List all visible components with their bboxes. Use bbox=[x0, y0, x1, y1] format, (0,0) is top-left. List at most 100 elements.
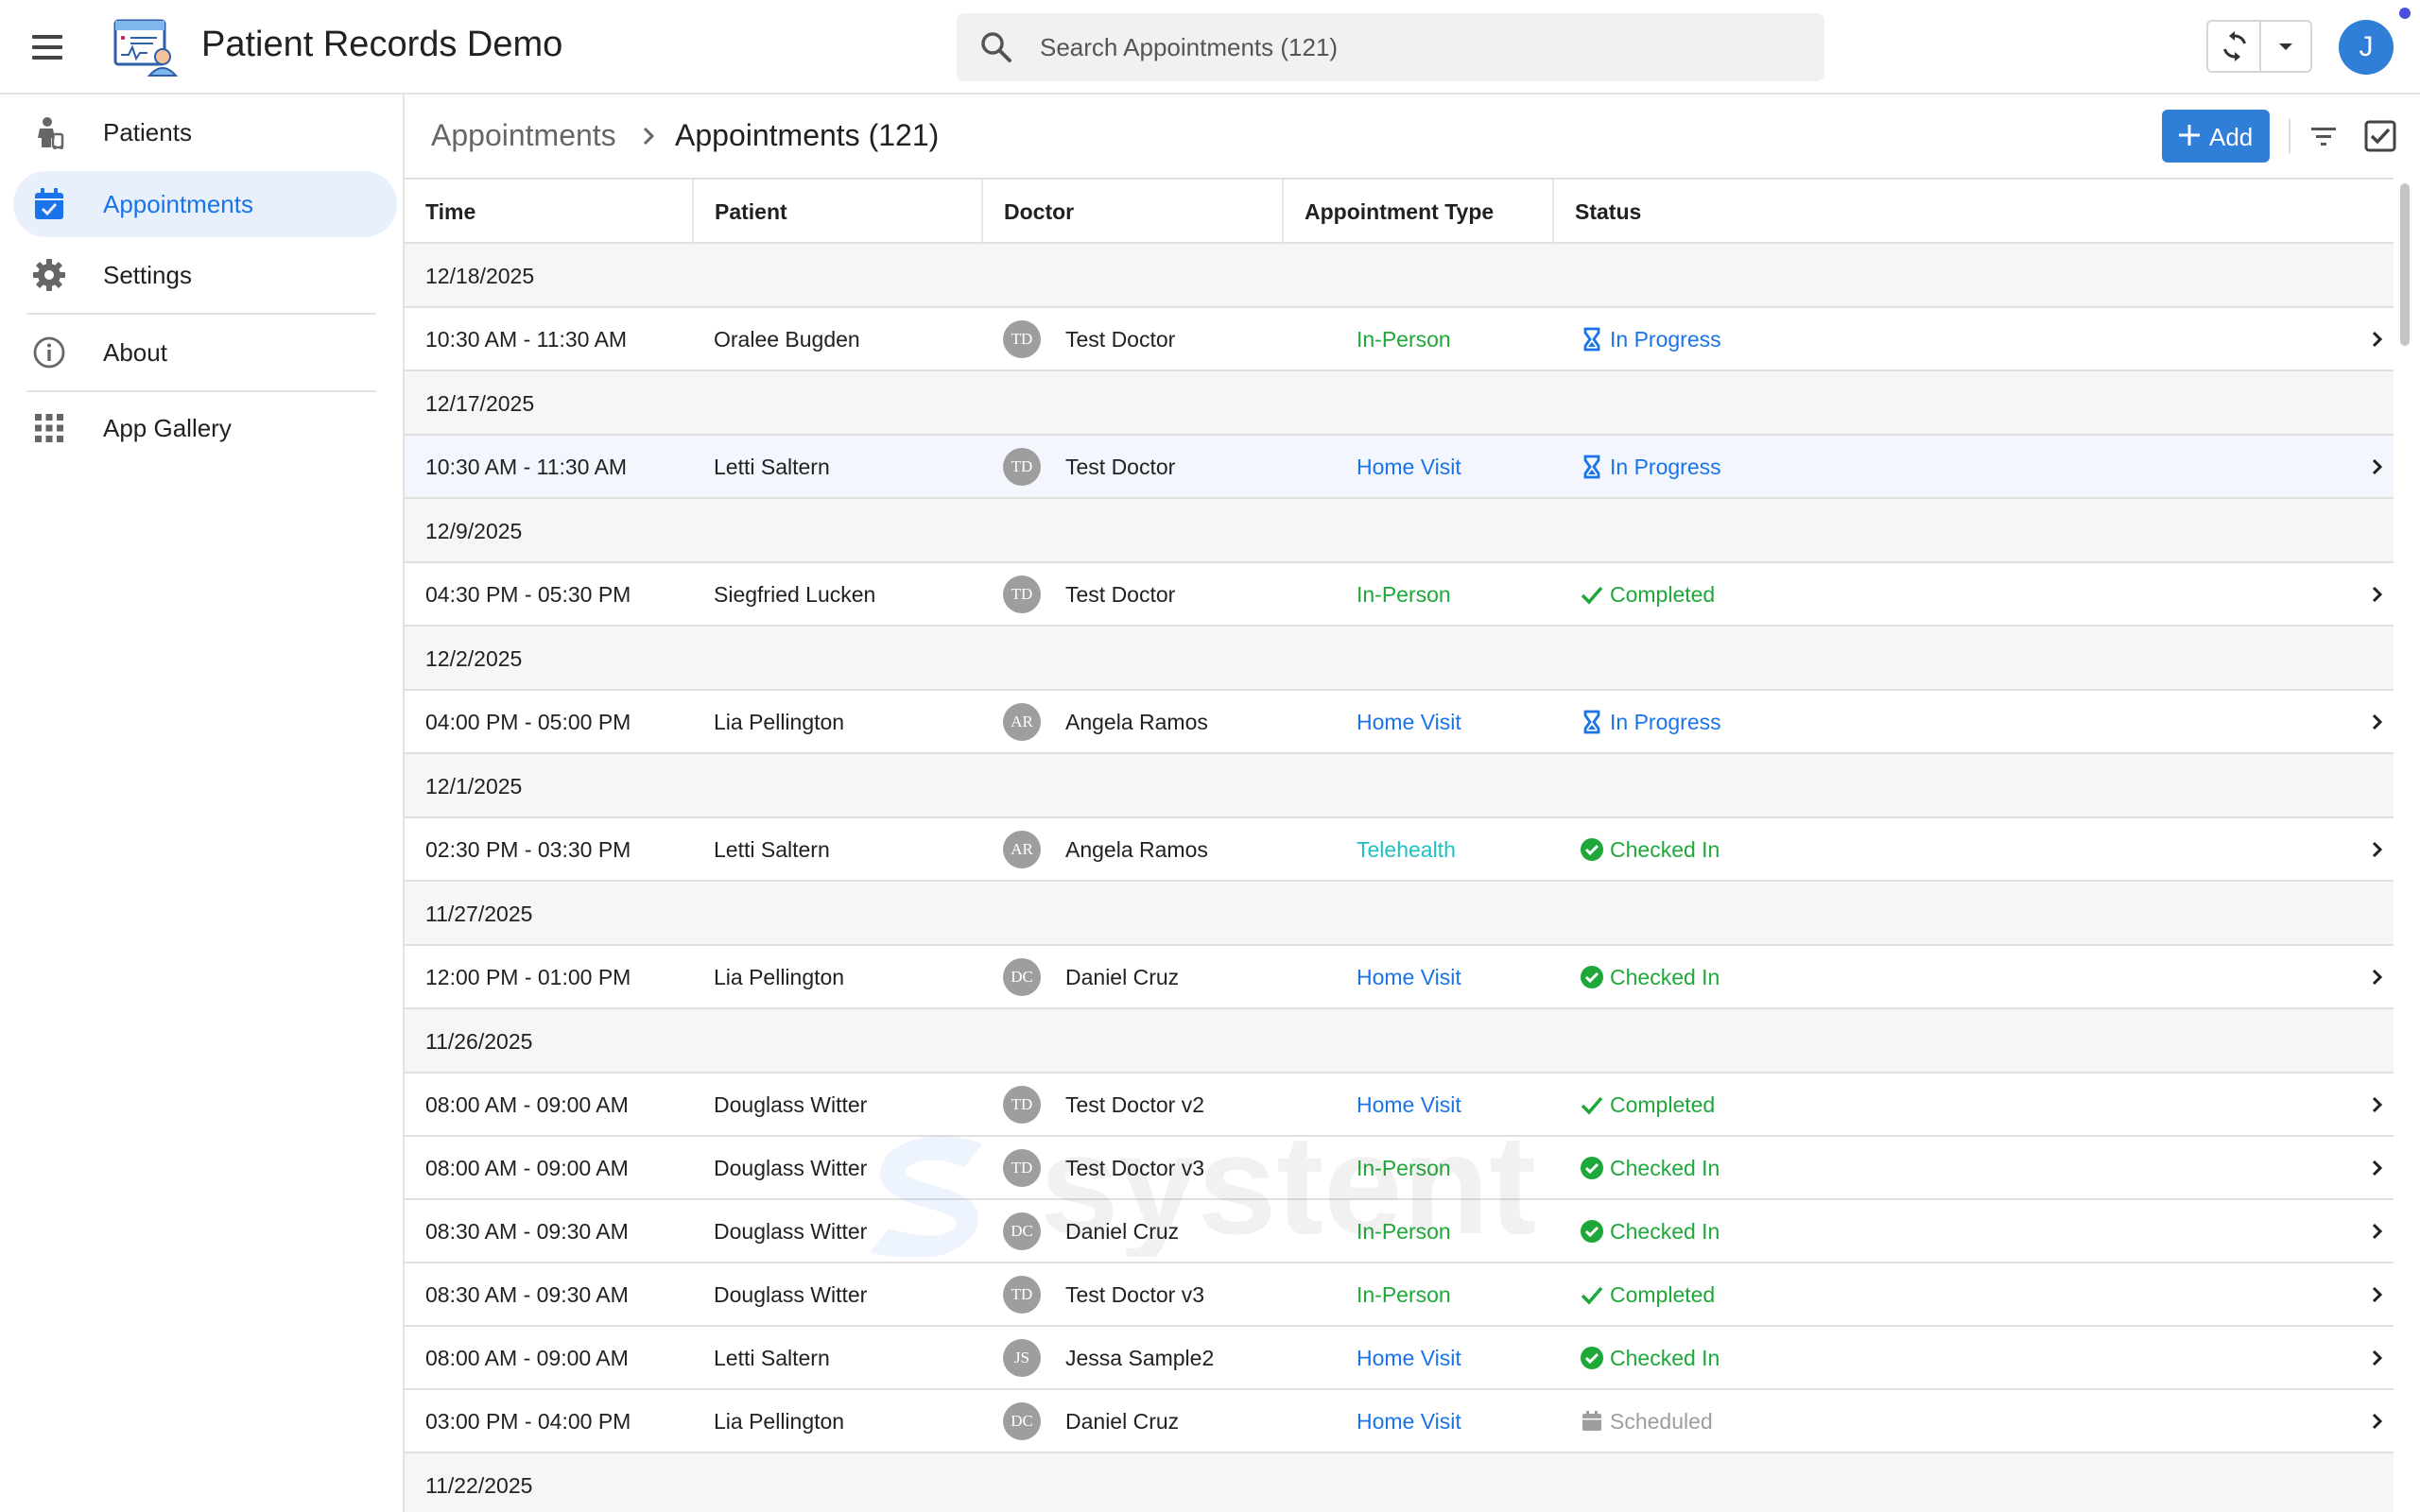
sync-icon bbox=[2223, 31, 2246, 61]
sync-dropdown-button[interactable] bbox=[2261, 22, 2312, 71]
doctor-avatar: TD bbox=[1003, 1149, 1041, 1187]
cell-status: Completed bbox=[1610, 582, 1716, 607]
sidebar-item-app-gallery[interactable]: App Gallery bbox=[13, 395, 397, 461]
cell-time: 04:30 PM - 05:30 PM bbox=[425, 582, 631, 607]
table-body: 12/18/2025 10:30 AM - 11:30 AM Oralee Bugd… bbox=[405, 244, 2394, 1512]
group-date: 12/17/2025 bbox=[425, 391, 535, 416]
date-group-header: 11/26/2025 bbox=[405, 1009, 2394, 1074]
search-input[interactable] bbox=[1040, 13, 1796, 81]
menu-icon[interactable] bbox=[28, 28, 66, 66]
cell-patient: Letti Saltern bbox=[714, 837, 830, 862]
sidebar-item-label: About bbox=[103, 338, 167, 367]
chevron-right-icon bbox=[2372, 1413, 2383, 1430]
hourglass-icon bbox=[1583, 710, 1600, 734]
user-avatar[interactable]: J bbox=[2339, 20, 2394, 75]
table-row[interactable]: 12:00 PM - 01:00 PM Lia Pellington DC Danie… bbox=[405, 946, 2394, 1009]
cell-status: In Progress bbox=[1610, 327, 1721, 352]
patient-icon bbox=[38, 117, 64, 149]
sidebar-item-appointments[interactable]: Appointments bbox=[13, 171, 397, 237]
table-row[interactable]: 08:00 AM - 09:00 AM Letti Saltern JS Jessa … bbox=[405, 1327, 2394, 1390]
chevron-right-icon bbox=[2372, 713, 2383, 730]
search-bar[interactable] bbox=[957, 13, 1824, 81]
column-header-patient[interactable]: Patient bbox=[694, 180, 983, 244]
toolbar-divider bbox=[2289, 119, 2290, 153]
add-button-label: Add bbox=[2209, 123, 2254, 151]
chevron-right-icon bbox=[2372, 841, 2383, 858]
add-button[interactable]: Add bbox=[2162, 110, 2270, 163]
table-row[interactable]: 10:30 AM - 11:30 AM Letti Saltern TD Test D… bbox=[405, 436, 2394, 499]
hourglass-icon bbox=[1583, 327, 1600, 352]
cell-patient: Douglass Witter bbox=[714, 1092, 868, 1117]
group-date: 12/9/2025 bbox=[425, 519, 523, 543]
calendar-check-icon bbox=[35, 188, 63, 219]
group-date: 12/2/2025 bbox=[425, 646, 523, 671]
cell-appointment-type: Home Visit bbox=[1357, 710, 1461, 734]
chevron-right-icon bbox=[2372, 331, 2383, 348]
column-header-status[interactable]: Status bbox=[1554, 180, 2394, 244]
cell-appointment-type: In-Person bbox=[1357, 1156, 1451, 1180]
table-row[interactable]: 04:00 PM - 05:00 PM Lia Pellington AR Angel… bbox=[405, 691, 2394, 754]
check-circle-icon bbox=[1581, 1157, 1603, 1179]
sidebar-item-label: App Gallery bbox=[103, 414, 232, 442]
chevron-right-icon bbox=[2372, 1160, 2383, 1177]
table-row[interactable]: 10:30 AM - 11:30 AM Oralee Bugden TD Test D… bbox=[405, 308, 2394, 371]
table-row[interactable]: 08:00 AM - 09:00 AM Douglass Witter TD Test… bbox=[405, 1074, 2394, 1137]
date-group-header: 11/27/2025 bbox=[405, 882, 2394, 946]
cell-status: Checked In bbox=[1610, 1156, 1720, 1180]
cell-appointment-type: In-Person bbox=[1357, 1282, 1451, 1307]
search-icon bbox=[981, 32, 1011, 62]
table-row[interactable]: 08:00 AM - 09:00 AM Douglass Witter TD Test… bbox=[405, 1137, 2394, 1200]
cell-status: Completed bbox=[1610, 1092, 1716, 1117]
cell-doctor: Daniel Cruz bbox=[1065, 965, 1180, 989]
sync-button[interactable] bbox=[2208, 22, 2261, 71]
column-header-appointment-type[interactable]: Appointment Type bbox=[1284, 180, 1554, 244]
cell-appointment-type: In-Person bbox=[1357, 582, 1451, 607]
chevron-right-icon bbox=[643, 127, 655, 146]
cell-doctor: Test Doctor v3 bbox=[1065, 1156, 1204, 1180]
chevron-right-icon bbox=[2372, 458, 2383, 475]
app-title: Patient Records Demo bbox=[201, 25, 563, 64]
cell-patient: Douglass Witter bbox=[714, 1156, 868, 1180]
page-title: Appointments (121) bbox=[675, 118, 940, 152]
check-circle-icon bbox=[1581, 1347, 1603, 1369]
cell-doctor: Jessa Sample2 bbox=[1065, 1346, 1215, 1370]
cell-doctor: Test Doctor v3 bbox=[1065, 1282, 1204, 1307]
check-icon bbox=[1581, 1096, 1603, 1115]
doctor-avatar: JS bbox=[1003, 1339, 1041, 1377]
cell-doctor: Test Doctor v2 bbox=[1065, 1092, 1204, 1117]
cell-doctor: Angela Ramos bbox=[1065, 837, 1208, 862]
cell-patient: Lia Pellington bbox=[714, 710, 845, 734]
gear-icon bbox=[33, 259, 65, 291]
hourglass-icon bbox=[1583, 455, 1600, 479]
plus-icon bbox=[2179, 125, 2200, 146]
check-circle-icon bbox=[1581, 838, 1603, 861]
cell-doctor: Test Doctor bbox=[1065, 327, 1176, 352]
cell-status: Checked In bbox=[1610, 837, 1720, 862]
doctor-avatar: DC bbox=[1003, 1212, 1041, 1250]
cell-appointment-type: Home Visit bbox=[1357, 1346, 1461, 1370]
table-row[interactable]: 08:30 AM - 09:30 AM Douglass Witter DC Dani… bbox=[405, 1200, 2394, 1263]
column-header-doctor[interactable]: Doctor bbox=[983, 180, 1284, 244]
table-row[interactable]: 02:30 PM - 03:30 PM Letti Saltern AR Angela… bbox=[405, 818, 2394, 882]
calendar-icon bbox=[1582, 1411, 1601, 1431]
app-header: Patient Records Demo J bbox=[0, 0, 2420, 94]
sidebar-divider bbox=[26, 390, 376, 392]
breadcrumb-parent[interactable]: Appointments bbox=[431, 118, 616, 153]
scrollbar-thumb[interactable] bbox=[2400, 183, 2410, 346]
group-date: 11/26/2025 bbox=[425, 1029, 533, 1054]
column-header-time[interactable]: Time bbox=[405, 180, 694, 244]
sidebar-item-about[interactable]: About bbox=[13, 319, 397, 386]
filter-icon[interactable] bbox=[2307, 119, 2341, 153]
sidebar-item-settings[interactable]: Settings bbox=[13, 242, 397, 308]
date-group-header: 12/9/2025 bbox=[405, 499, 2394, 563]
cell-doctor: Test Doctor bbox=[1065, 582, 1176, 607]
table-row[interactable]: 04:30 PM - 05:30 PM Siegfried Lucken TD Tes… bbox=[405, 563, 2394, 627]
check-icon bbox=[1581, 1286, 1603, 1305]
sidebar-item-label: Appointments bbox=[103, 190, 253, 218]
chevron-right-icon bbox=[2372, 969, 2383, 986]
scrollbar[interactable] bbox=[2397, 180, 2412, 1512]
table-row[interactable]: 03:00 PM - 04:00 PM Lia Pellington DC Danie… bbox=[405, 1390, 2394, 1453]
sidebar-item-patients[interactable]: Patients bbox=[13, 99, 397, 165]
table-row[interactable]: 08:30 AM - 09:30 AM Douglass Witter TD Test… bbox=[405, 1263, 2394, 1327]
checkbox-select-icon[interactable] bbox=[2363, 119, 2397, 153]
